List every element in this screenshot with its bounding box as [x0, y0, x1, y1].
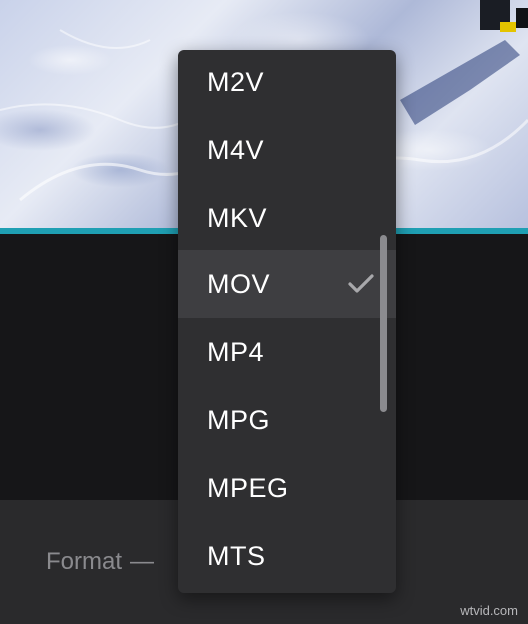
dropdown-item-mpg[interactable]: MPG: [178, 386, 396, 454]
dropdown-item-label: MTS: [207, 540, 266, 571]
watermark: wtvid.com: [460, 603, 518, 618]
video-editor: Format — M2V M4V MKV MOV MP4 MPG MPEG MT…: [0, 0, 528, 624]
dropdown-item-label: MPG: [207, 404, 271, 435]
dropdown-item-mp4[interactable]: MP4: [178, 318, 396, 386]
dropdown-item-mpeg[interactable]: MPEG: [178, 454, 396, 522]
dropdown-item-label: MPEG: [207, 472, 289, 503]
dropdown-item-label: MOV: [207, 268, 271, 299]
dropdown-item-mkv[interactable]: MKV: [178, 184, 396, 252]
dropdown-item-label: M4V: [207, 134, 265, 165]
format-row: Format —: [46, 548, 154, 576]
dropdown-item-m2v[interactable]: M2V: [178, 50, 396, 116]
dropdown-scrollbar[interactable]: [380, 235, 387, 412]
format-dash: —: [130, 548, 155, 575]
dropdown-item-mts[interactable]: MTS: [178, 522, 396, 590]
checkmark-icon: [348, 274, 374, 293]
dropdown-item-label: MKV: [207, 202, 268, 233]
dropdown-item-mov[interactable]: MOV: [178, 250, 396, 318]
dropdown-item-label: M2V: [207, 66, 265, 97]
format-label: Format: [46, 548, 123, 575]
dropdown-item-label: MP4: [207, 336, 265, 367]
format-dropdown-menu[interactable]: M2V M4V MKV MOV MP4 MPG MPEG MTS: [178, 50, 396, 593]
dropdown-item-m4v[interactable]: M4V: [178, 116, 396, 184]
